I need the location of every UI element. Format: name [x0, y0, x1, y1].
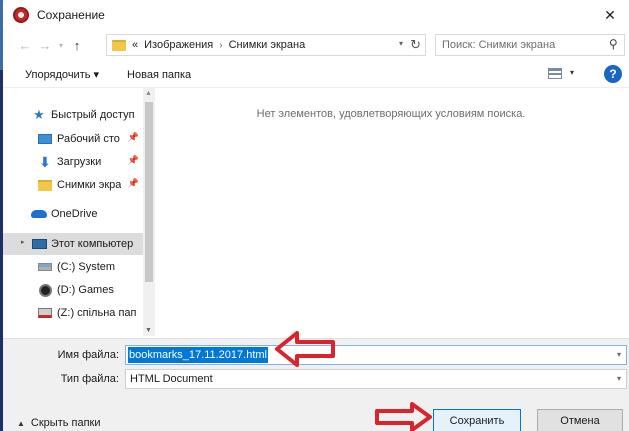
sidebar-item-label: (C:) System: [57, 261, 116, 273]
window-title: Сохранение: [37, 8, 105, 22]
cloud-shape: [31, 210, 47, 218]
up-button[interactable]: ↑: [67, 35, 87, 55]
filetype-label: Тип файла:: [60, 373, 119, 385]
sidebar-item-label: Быстрый доступ: [51, 109, 135, 121]
breadcrumb-pictures[interactable]: Изображения: [144, 39, 213, 51]
file-list-area[interactable]: Нет элементов, удовлетворяющих условиям …: [156, 88, 626, 338]
star-icon: ★: [31, 107, 47, 122]
annotation-arrow-filename: [275, 331, 335, 367]
drive-shape: [38, 263, 52, 271]
annotation-arrow-save: [375, 402, 432, 431]
sidebar-item-downloads[interactable]: ⬇ Загрузки 📌: [3, 151, 143, 173]
sidebar-item-onedrive[interactable]: OneDrive: [3, 203, 143, 225]
scroll-thumb[interactable]: [145, 102, 153, 282]
sidebar-item-label: OneDrive: [51, 208, 98, 220]
desktop-icon: [37, 132, 53, 146]
download-glyph: ⬇: [39, 153, 51, 170]
navigation-pane: ★ Быстрый доступ Рабочий сто 📌 ⬇ Загрузк…: [3, 88, 155, 336]
folder-icon: [37, 178, 53, 192]
computer-icon: [31, 237, 47, 251]
games-drive-icon: [37, 283, 53, 297]
cloud-icon: [31, 207, 47, 221]
view-dropdown-icon[interactable]: ▾: [570, 68, 574, 77]
address-overflow[interactable]: «: [132, 39, 138, 51]
computer-shape: [31, 239, 47, 249]
filename-dropdown-icon[interactable]: ▾: [617, 350, 621, 359]
filename-label: Имя файла:: [57, 349, 119, 361]
close-button[interactable]: ✕: [601, 6, 619, 24]
filename-input[interactable]: [128, 347, 268, 363]
filetype-select[interactable]: HTML Document ▾: [125, 369, 627, 389]
back-button[interactable]: ←: [15, 35, 35, 55]
sidebar-item-quick-access[interactable]: ★ Быстрый доступ: [3, 104, 143, 126]
organize-button[interactable]: Упорядочить ▾: [25, 68, 99, 81]
app-icon: [13, 7, 29, 23]
filename-field[interactable]: ▾: [125, 345, 627, 365]
scroll-down-icon[interactable]: ▼: [145, 327, 152, 334]
address-bar[interactable]: « Изображения › Снимки экрана ▾ ↻: [106, 34, 426, 56]
filetype-value: HTML Document: [130, 373, 213, 385]
navigation-scrollbar[interactable]: ▲ ▼: [143, 88, 155, 336]
title-bar: Сохранение ✕: [3, 0, 629, 30]
hide-folders-label: Скрыть папки: [30, 417, 101, 429]
sidebar-item-this-pc[interactable]: ▸ Этот компьютер: [3, 233, 143, 255]
command-bar: Упорядочить ▾ Новая папка ▾ ?: [3, 62, 629, 88]
forward-button[interactable]: →: [35, 35, 55, 55]
pin-icon: 📌: [127, 132, 139, 142]
sidebar-item-drive-d[interactable]: (D:) Games: [3, 279, 143, 301]
star-glyph: ★: [33, 107, 45, 122]
pin-icon: 📌: [127, 178, 139, 188]
expander-icon[interactable]: ▸: [21, 238, 25, 246]
search-box[interactable]: ⚲: [435, 34, 625, 56]
sidebar-item-label: (D:) Games: [57, 284, 114, 296]
network-drive-shape: [38, 308, 52, 318]
folder-icon: [112, 39, 126, 51]
breadcrumb-screenshots[interactable]: Снимки экрана: [229, 39, 306, 51]
view-options-icon[interactable]: [548, 68, 562, 79]
search-input[interactable]: [442, 35, 602, 55]
sidebar-item-screenshots[interactable]: Снимки экра 📌: [3, 174, 143, 196]
sidebar-item-drive-z[interactable]: (Z:) спільна пап: [3, 302, 143, 324]
sidebar-item-label: Снимки экра: [57, 179, 122, 191]
desktop-shape: [38, 134, 52, 144]
sidebar-item-label: (Z:) спільна пап: [57, 307, 137, 319]
games-drive-shape: [38, 283, 52, 297]
chevron-up-icon: ▲: [17, 418, 25, 428]
download-icon: ⬇: [37, 153, 53, 170]
scroll-up-icon[interactable]: ▲: [145, 90, 152, 97]
help-icon[interactable]: ?: [604, 65, 622, 83]
sidebar-item-label: Загрузки: [57, 156, 102, 168]
folder-shape: [38, 179, 52, 191]
empty-results-message: Нет элементов, удовлетворяющих условиям …: [256, 108, 526, 120]
drive-icon: [37, 260, 53, 274]
new-folder-button[interactable]: Новая папка: [127, 69, 191, 81]
sidebar-item-desktop[interactable]: Рабочий сто 📌: [3, 128, 143, 150]
sidebar-item-label: Рабочий сто: [57, 133, 120, 145]
filetype-dropdown-icon[interactable]: ▾: [617, 374, 621, 383]
refresh-icon[interactable]: ↻: [410, 37, 421, 53]
network-drive-icon: [37, 306, 53, 320]
recent-locations-dropdown[interactable]: ▾: [55, 35, 67, 55]
sidebar-item-label: Этот компьютер: [51, 238, 134, 250]
address-row: ← → ▾ ↑ « Изображения › Снимки экрана ▾ …: [3, 30, 629, 60]
pin-icon: 📌: [127, 155, 139, 165]
save-button[interactable]: Сохранить: [433, 409, 521, 431]
search-icon[interactable]: ⚲: [609, 37, 618, 51]
hide-folders-toggle[interactable]: ▲ Скрыть папки: [17, 417, 101, 429]
sidebar-item-drive-c[interactable]: (C:) System: [3, 256, 143, 278]
breadcrumb-separator-icon[interactable]: ›: [219, 40, 222, 51]
cancel-button[interactable]: Отмена: [537, 409, 623, 431]
address-dropdown-icon[interactable]: ▾: [399, 39, 403, 48]
